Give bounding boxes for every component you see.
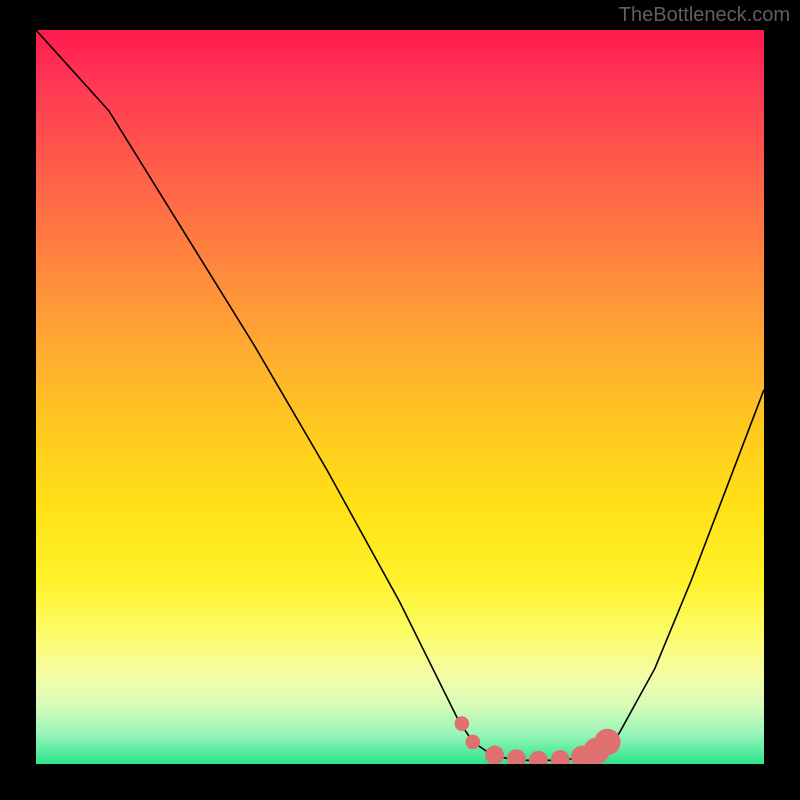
chart-plot-area: [36, 30, 764, 764]
optimal-marker: [529, 751, 548, 764]
optimal-marker: [551, 750, 570, 764]
attribution-text: TheBottleneck.com: [619, 4, 790, 27]
optimal-marker: [455, 716, 470, 731]
optimal-zone-markers-group: [455, 716, 621, 764]
optimal-marker: [485, 746, 504, 764]
optimal-marker: [594, 729, 620, 755]
bottleneck-curve-path: [36, 30, 764, 760]
optimal-marker: [507, 749, 526, 764]
chart-svg: [36, 30, 764, 764]
optimal-marker: [466, 735, 481, 750]
